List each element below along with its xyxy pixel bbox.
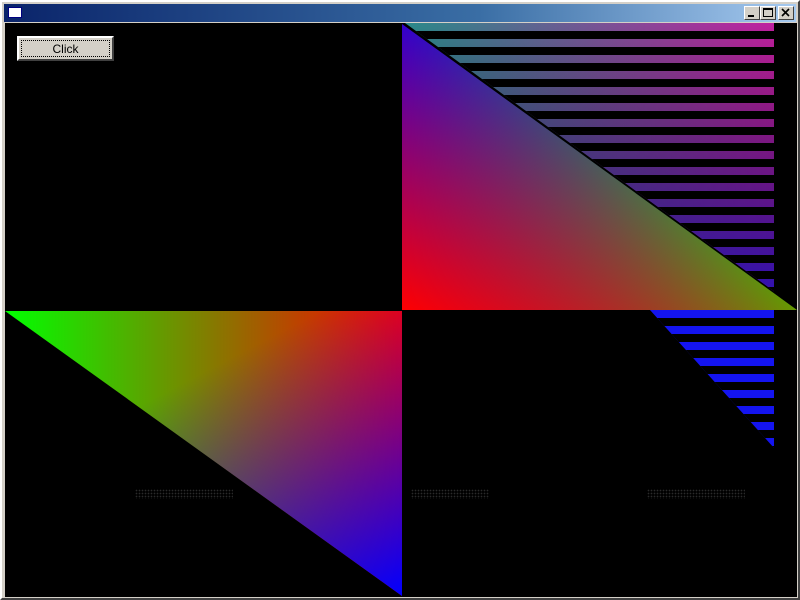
maximize-icon [763, 8, 773, 17]
title-bar[interactable] [4, 4, 796, 22]
gradient-scene [5, 23, 797, 596]
close-button[interactable] [778, 6, 794, 20]
maximize-button[interactable] [760, 6, 776, 20]
app-icon[interactable] [8, 7, 22, 18]
faint-dotted-text [647, 489, 745, 499]
faint-dotted-text [411, 489, 489, 499]
minimize-button[interactable] [744, 6, 760, 20]
click-button[interactable]: Click [17, 36, 114, 61]
faint-dotted-text [135, 489, 233, 499]
client-area[interactable]: Click [5, 23, 797, 597]
stripes-lower [650, 310, 774, 448]
minimize-icon [748, 15, 754, 17]
triangle-lower-left [5, 311, 402, 596]
close-icon [781, 8, 790, 17]
app-window: Click [0, 0, 800, 600]
